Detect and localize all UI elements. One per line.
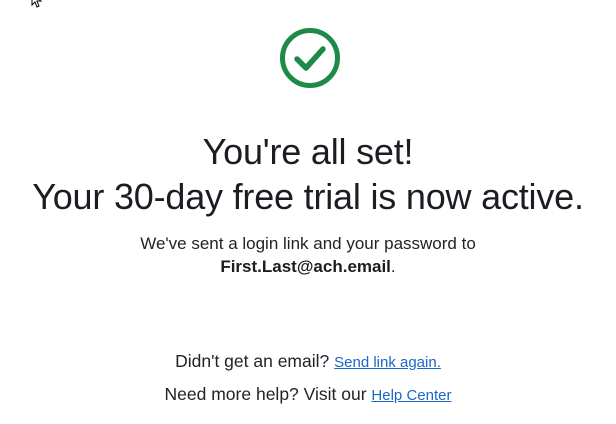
login-sent-message: We've sent a login link and your passwor… (140, 234, 476, 253)
confirmation-title: You're all set! (202, 131, 414, 172)
resend-line: Didn't get an email? Send link again. (0, 350, 616, 374)
email-period: . (390, 257, 396, 276)
check-circle-icon (280, 28, 340, 88)
recipient-email: First.Last@ach.email (220, 257, 391, 276)
mouse-cursor-icon (31, 0, 43, 8)
trial-status-heading: Your 30-day free trial is now active. (32, 176, 584, 217)
send-link-again-link[interactable]: Send link again. (334, 354, 441, 371)
email-line: First.Last@ach.email. (0, 256, 616, 278)
help-prompt: Need more help? Visit our (164, 384, 367, 404)
help-center-link[interactable]: Help Center (371, 387, 451, 404)
help-center-line: Need more help? Visit our Help Center (0, 383, 616, 407)
resend-prompt: Didn't get an email? (175, 351, 330, 371)
